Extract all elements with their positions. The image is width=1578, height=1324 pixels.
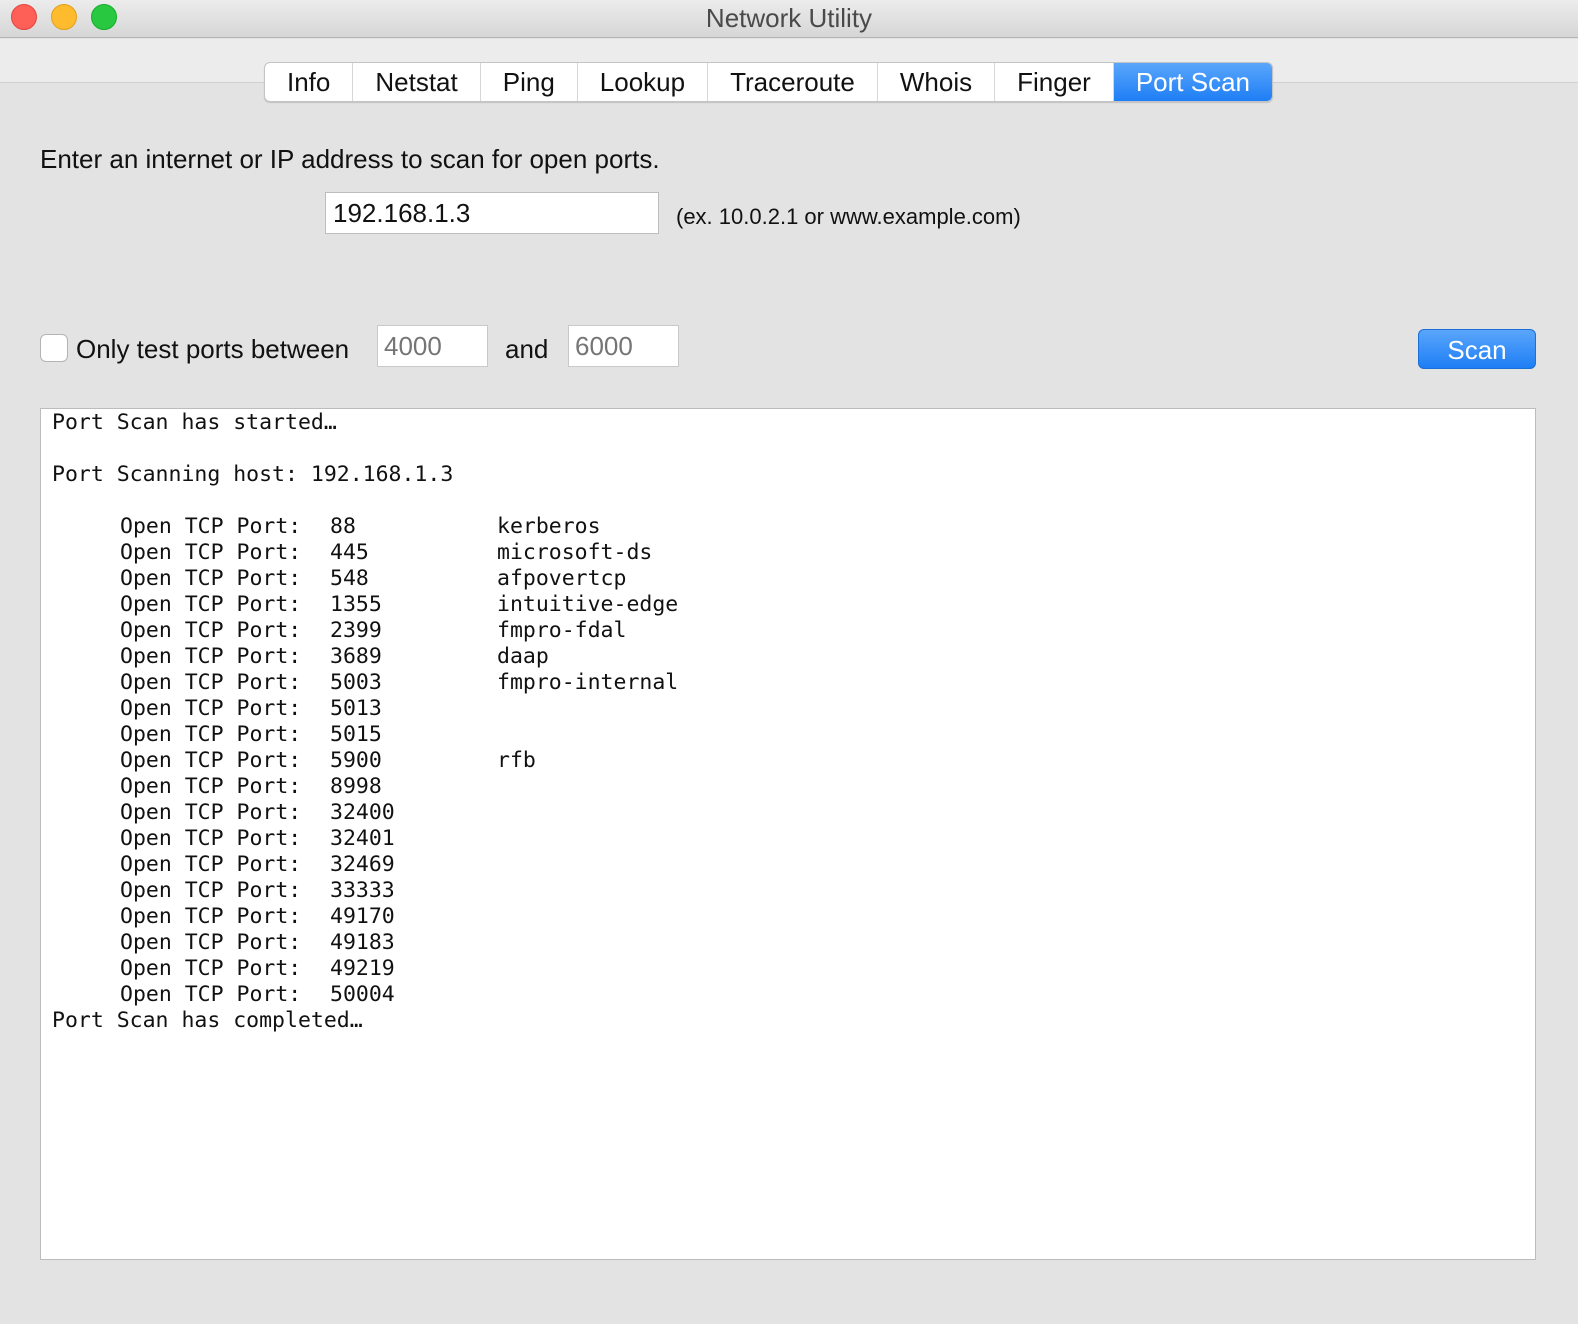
port-range-checkbox[interactable] xyxy=(40,334,68,362)
port-number: 49219 xyxy=(330,956,395,981)
port-service: daap xyxy=(497,644,549,669)
port-range-label: Only test ports between xyxy=(76,334,350,364)
tab-lookup[interactable]: Lookup xyxy=(578,63,709,101)
port-row: Open TCP Port: 50004 xyxy=(41,982,1535,1008)
scan-output[interactable]: Port Scan has started… Port Scanning hos… xyxy=(40,408,1536,1260)
port-row: Open TCP Port: 49219 xyxy=(41,956,1535,982)
port-number: 33333 xyxy=(330,878,395,903)
port-row: Open TCP Port: 5003 fmpro-internal xyxy=(41,670,1535,696)
port-prefix: Open TCP Port: xyxy=(120,540,302,565)
port-prefix: Open TCP Port: xyxy=(120,982,302,1007)
port-prefix: Open TCP Port: xyxy=(120,904,302,929)
port-row: Open TCP Port: 5015 xyxy=(41,722,1535,748)
port-row: Open TCP Port: 32469 xyxy=(41,852,1535,878)
port-row: Open TCP Port: 88 kerberos xyxy=(41,514,1535,540)
port-row: Open TCP Port: 32400 xyxy=(41,800,1535,826)
port-service: kerberos xyxy=(497,514,601,539)
port-prefix: Open TCP Port: xyxy=(120,800,302,825)
port-number: 88 xyxy=(330,514,356,539)
port-prefix: Open TCP Port: xyxy=(120,930,302,955)
port-prefix: Open TCP Port: xyxy=(120,644,302,669)
port-prefix: Open TCP Port: xyxy=(120,956,302,981)
output-completed: Port Scan has completed… xyxy=(52,1008,363,1033)
host-input[interactable] xyxy=(325,192,659,234)
port-service: fmpro-fdal xyxy=(497,618,627,643)
tab-port-scan[interactable]: Port Scan xyxy=(1113,63,1272,101)
host-hint: (ex. 10.0.2.1 or www.example.com) xyxy=(676,204,1021,229)
port-prefix: Open TCP Port: xyxy=(120,566,302,591)
port-prefix: Open TCP Port: xyxy=(120,592,302,617)
port-service: intuitive-edge xyxy=(497,592,679,617)
port-prefix: Open TCP Port: xyxy=(120,696,302,721)
port-from-input[interactable] xyxy=(377,325,488,367)
port-row: Open TCP Port: 3689 daap xyxy=(41,644,1535,670)
port-number: 5015 xyxy=(330,722,382,747)
tab-ping[interactable]: Ping xyxy=(481,63,578,101)
window-title: Network Utility xyxy=(705,3,873,33)
tab-netstat[interactable]: Netstat xyxy=(353,63,481,101)
port-prefix: Open TCP Port: xyxy=(120,748,302,773)
port-row: Open TCP Port: 1355 intuitive-edge xyxy=(41,592,1535,618)
port-prefix: Open TCP Port: xyxy=(120,878,302,903)
tab-info[interactable]: Info xyxy=(265,63,354,101)
port-prefix: Open TCP Port: xyxy=(120,722,302,747)
port-prefix: Open TCP Port: xyxy=(120,774,302,799)
output-started: Port Scan has started… xyxy=(52,410,337,435)
port-row: Open TCP Port: 49170 xyxy=(41,904,1535,930)
port-service: afpovertcp xyxy=(497,566,627,591)
port-number: 3689 xyxy=(330,644,382,669)
port-to-input[interactable] xyxy=(568,325,679,367)
port-row: Open TCP Port: 8998 xyxy=(41,774,1535,800)
port-number: 32400 xyxy=(330,800,395,825)
port-prefix: Open TCP Port: xyxy=(120,618,302,643)
port-row: Open TCP Port: 548 afpovertcp xyxy=(41,566,1535,592)
port-number: 5900 xyxy=(330,748,382,773)
port-number: 5013 xyxy=(330,696,382,721)
port-prefix: Open TCP Port: xyxy=(120,670,302,695)
port-service: rfb xyxy=(497,748,536,773)
port-row: Open TCP Port: 2399 fmpro-fdal xyxy=(41,618,1535,644)
port-number: 32469 xyxy=(330,852,395,877)
title-bar: Network Utility xyxy=(0,0,1578,38)
tab-traceroute[interactable]: Traceroute xyxy=(708,63,878,101)
port-prefix: Open TCP Port: xyxy=(120,514,302,539)
port-number: 50004 xyxy=(330,982,395,1007)
port-service: fmpro-internal xyxy=(497,670,679,695)
tab-whois[interactable]: Whois xyxy=(878,63,996,101)
tab-bar: Info Netstat Ping Lookup Traceroute Whois Fing… xyxy=(264,62,1273,102)
port-row: Open TCP Port: 5900 rfb xyxy=(41,748,1535,774)
scan-button[interactable]: Scan xyxy=(1418,329,1536,369)
port-row: Open TCP Port: 33333 xyxy=(41,878,1535,904)
port-prefix: Open TCP Port: xyxy=(120,826,302,851)
port-number: 49170 xyxy=(330,904,395,929)
tab-finger[interactable]: Finger xyxy=(995,63,1114,101)
port-number: 445 xyxy=(330,540,369,565)
port-number: 548 xyxy=(330,566,369,591)
port-service: microsoft-ds xyxy=(497,540,653,565)
output-host-line: Port Scanning host: 192.168.1.3 xyxy=(52,462,454,487)
port-row: Open TCP Port: 5013 xyxy=(41,696,1535,722)
port-number: 49183 xyxy=(330,930,395,955)
and-label: and xyxy=(505,334,549,364)
port-number: 1355 xyxy=(330,592,382,617)
port-number: 8998 xyxy=(330,774,382,799)
port-row: Open TCP Port: 49183 xyxy=(41,930,1535,956)
port-number: 5003 xyxy=(330,670,382,695)
port-row: Open TCP Port: 32401 xyxy=(41,826,1535,852)
port-prefix: Open TCP Port: xyxy=(120,852,302,877)
port-number: 32401 xyxy=(330,826,395,851)
prompt-label: Enter an internet or IP address to scan … xyxy=(40,144,660,174)
port-number: 2399 xyxy=(330,618,382,643)
port-row: Open TCP Port: 445 microsoft-ds xyxy=(41,540,1535,566)
